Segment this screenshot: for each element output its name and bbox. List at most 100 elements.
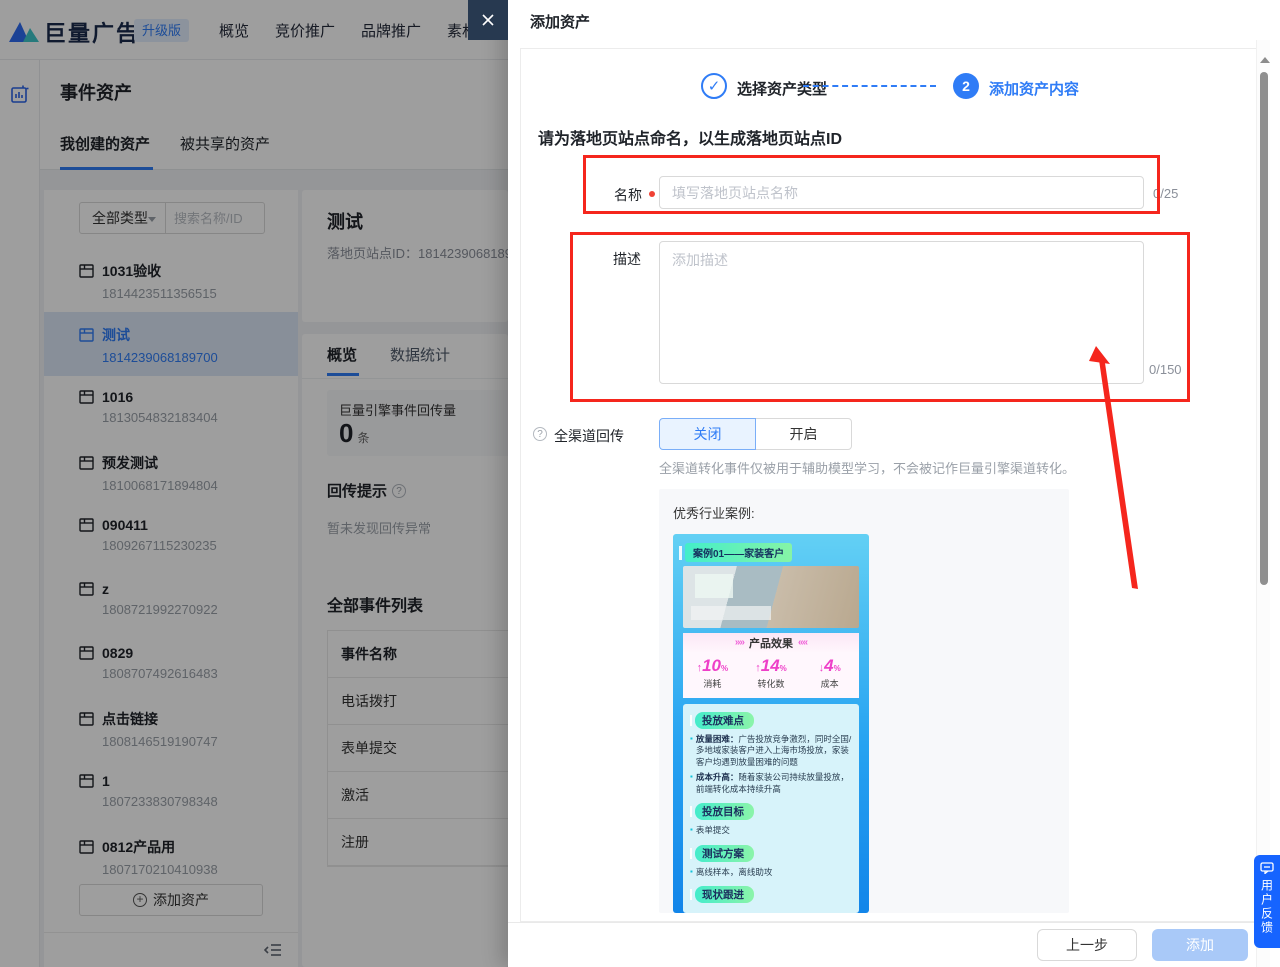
event-table-row: 表单提交 [328,725,508,772]
channel-on-button[interactable]: 开启 [755,418,852,450]
type-filter-select[interactable]: 全部类型 [79,202,166,234]
detail-tab-underline [327,373,359,376]
site-icon [79,264,94,278]
asset-detail-body-card: 概览 数据统计 巨量引擎事件回传量 0条 回传提示 暂未发现回传异常 全部事件列… [302,334,508,967]
site-icon [79,456,94,470]
search-input[interactable] [165,202,265,234]
site-id-text: 落地页站点ID：1814239068189700 [327,243,508,262]
add-submit-button[interactable]: 添加 [1152,929,1248,961]
case-panel-title: 优秀行业案例: [673,503,755,522]
scroll-up-arrow[interactable] [1260,57,1270,63]
divider [302,378,508,379]
event-assets-icon[interactable] [10,84,30,104]
scrollbar-track[interactable] [1256,40,1270,967]
channel-toggle-group: 关闭 开启 [659,418,852,450]
site-icon [79,582,94,596]
add-asset-button[interactable]: 添加资产 [79,884,263,916]
section-title: 现状跟进 [695,886,754,903]
nav-item[interactable]: 概览 [219,20,249,41]
site-icon [79,390,94,404]
active-tab-underline [60,167,153,170]
callback-tip-empty-text: 暂未发现回传异常 [327,518,431,537]
scrollbar-thumb[interactable] [1260,72,1268,585]
case-stats-row: ↑10% 消耗 ↑14% 转化数 ↓4% 成本 [683,652,859,698]
help-icon[interactable] [392,484,406,498]
arrows-left-icon: «« [798,637,807,648]
nav-item[interactable]: 品牌推广 [361,20,421,41]
asset-list-item[interactable]: z 1808721992270922 [44,568,298,632]
event-table-row: 事件名称 [328,631,508,678]
step1-check-icon [701,73,727,99]
effect-banner: »» 产品效果 «« [683,633,859,652]
step2-number: 2 [953,73,979,99]
close-icon [480,12,496,28]
case-bullet: ▪表单提交 [690,825,852,836]
asset-list-item[interactable]: 1 1807233830798348 [44,760,298,824]
page-title: 事件资产 [60,79,132,105]
step2-label: 添加资产内容 [989,78,1079,99]
channel-off-button[interactable]: 关闭 [659,418,756,450]
form-heading: 请为落地页站点命名，以生成落地页站点ID [538,125,842,149]
tab-data-stats[interactable]: 数据统计 [390,344,450,365]
screen: 巨量广告 升级版 概览 竞价推广 品牌推广 素材 事 [0,0,1280,967]
asset-list-item[interactable]: 预发测试 1810068171894804 [44,440,298,504]
asset-name: z [102,581,109,597]
channel-help-icon[interactable] [533,427,547,441]
site-icon [79,518,94,532]
channel-note: 全渠道转化事件仅被用于辅助模型学习，不会被记作巨量引擎渠道转化。 [659,458,1075,477]
tab-shared-assets[interactable]: 被共享的资产 [180,133,270,154]
user-feedback-tab[interactable]: 用户反馈 [1254,855,1280,948]
name-field-label: 名称 [614,185,642,205]
channel-label: 全渠道回传 [554,426,624,446]
required-marker [649,191,655,197]
asset-list-item[interactable]: 测试 1814239068189700 [44,312,298,376]
chevron-down-icon [148,217,156,222]
asset-name: 090411 [102,517,148,533]
tab-my-assets[interactable]: 我创建的资产 [60,133,150,154]
case-photo-image [683,566,859,628]
asset-list-item[interactable]: 1031验收 1814423511356515 [44,248,298,312]
upgrade-badge: 升级版 [134,19,189,42]
asset-list-item[interactable]: 1016 1813054832183404 [44,376,298,440]
asset-list-item[interactable]: 090411 1809267115230235 [44,504,298,568]
case-detail-panel: 投放难点 ▪放量困难：广告投放竞争激烈，同时全国/多地域家装客户进入上海市场投放… [683,704,859,913]
drawer-content: 选择资产类型 2 添加资产内容 请为落地页站点命名，以生成落地页站点ID 名称 … [520,48,1260,922]
case-card: 案例01——家装客户 »» 产品效果 «« ↑10% 消耗 [673,534,869,913]
desc-char-counter: 0/150 [1149,362,1182,377]
asset-id: 1808707492616483 [102,666,288,681]
section-title: 投放目标 [695,803,754,820]
event-table-row: 注册 [328,819,508,866]
callback-tip-title: 回传提示 [327,480,406,501]
previous-step-button[interactable]: 上一步 [1037,929,1137,961]
drawer-close-button[interactable] [468,0,508,40]
nav-item[interactable]: 竞价推广 [275,20,335,41]
asset-id: 1814239068189700 [102,350,288,365]
stat-cost: ↓4% 成本 [800,652,859,698]
collapse-sidebar-icon[interactable] [264,942,282,958]
footer-divider [508,922,1280,923]
asset-id: 1807233830798348 [102,794,288,809]
asset-name: 预发测试 [102,453,158,473]
left-rail [0,60,40,967]
site-desc-textarea[interactable] [659,241,1144,384]
metric-unit: 条 [357,431,369,445]
site-icon [79,712,94,726]
asset-id: 1813054832183404 [102,410,288,425]
asset-list-item[interactable]: 点击链接 1808146519190747 [44,696,298,760]
metric-label: 巨量引擎事件回传量 [339,400,456,419]
asset-sidebar: 全部类型 1031验收 1814423511356515 [44,190,298,967]
stat-conversions: ↑14% 转化数 [742,652,801,698]
tab-overview[interactable]: 概览 [327,344,357,365]
asset-list-item[interactable]: 0812产品用 1807170210410938 [44,824,298,884]
plus-icon [133,893,147,907]
add-asset-drawer: 添加资产 选择资产类型 2 添加资产内容 请为落地页站点命名，以生成落地页站点I… [508,0,1280,967]
asset-list-item[interactable]: 0829 1808707492616483 [44,632,298,696]
type-filter-value: 全部类型 [92,210,148,226]
industry-case-panel: 优秀行业案例: 案例01——家装客户 »» 产品效果 «« ↑10% [659,489,1069,913]
asset-id: 1809267115230235 [102,538,288,553]
step-connector [803,85,936,87]
asset-name: 1031验收 [102,261,161,281]
site-name-input[interactable] [659,176,1144,209]
top-nav: 概览 竞价推广 品牌推广 素材 [219,0,477,60]
asset-id: 1810068171894804 [102,478,288,493]
